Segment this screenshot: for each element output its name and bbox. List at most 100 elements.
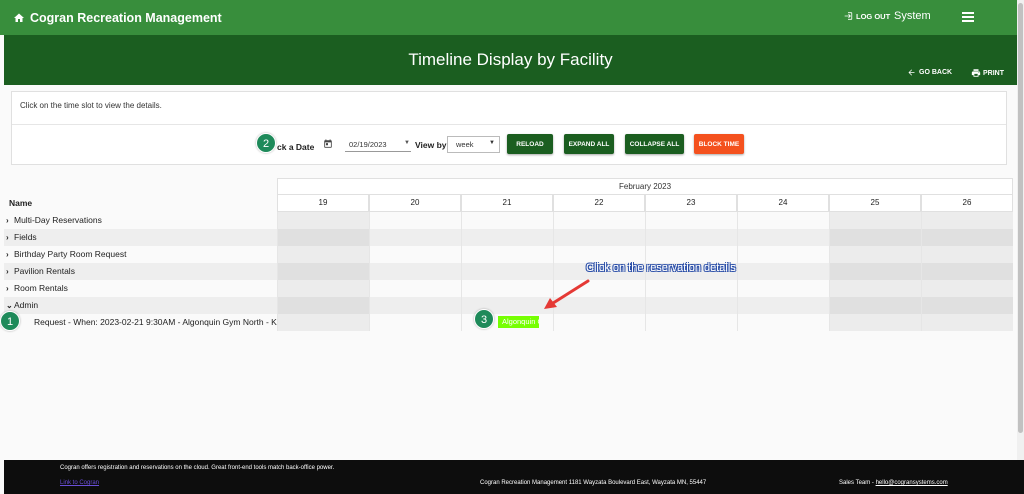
time-slot[interactable] xyxy=(829,229,921,246)
expand-chevron-icon[interactable]: › xyxy=(6,246,14,263)
time-slot[interactable] xyxy=(553,229,645,246)
time-slot[interactable] xyxy=(645,280,737,297)
day-header: 23 xyxy=(645,195,737,212)
timeline-row[interactable]: › Room Rentals xyxy=(4,280,1013,297)
time-slot[interactable] xyxy=(369,314,461,331)
time-slot[interactable] xyxy=(277,280,369,297)
time-slot[interactable] xyxy=(645,229,737,246)
time-slot[interactable] xyxy=(553,246,645,263)
row-label-text: Multi-Day Reservations xyxy=(14,215,102,225)
time-slot[interactable] xyxy=(369,297,461,314)
collapse-all-button[interactable]: COLLAPSE ALL xyxy=(625,134,684,154)
time-slot[interactable] xyxy=(737,280,829,297)
expand-chevron-icon[interactable]: › xyxy=(6,212,14,229)
time-slot[interactable] xyxy=(645,297,737,314)
timeline-row[interactable]: › Pavilion Rentals xyxy=(4,263,1013,280)
time-slot[interactable] xyxy=(829,246,921,263)
time-slot[interactable] xyxy=(645,314,737,331)
time-slot[interactable] xyxy=(737,212,829,229)
time-slot[interactable] xyxy=(461,246,553,263)
timeline-row[interactable]: › Birthday Party Room Request xyxy=(4,246,1013,263)
block-time-button[interactable]: BLOCK TIME xyxy=(694,134,744,154)
expand-chevron-icon[interactable]: › xyxy=(6,263,14,280)
time-slot[interactable] xyxy=(553,314,645,331)
time-slot[interactable] xyxy=(645,246,737,263)
print-button[interactable]: PRINT xyxy=(971,68,1004,78)
page-header: Timeline Display by Facility GO BACK PRI… xyxy=(4,35,1017,85)
home-icon[interactable] xyxy=(13,12,25,24)
expand-chevron-icon[interactable]: › xyxy=(6,280,14,297)
time-slot[interactable] xyxy=(277,246,369,263)
sales-label: Sales Team - xyxy=(839,480,876,486)
time-slot[interactable] xyxy=(277,314,369,331)
timeline-row[interactable]: › Fields xyxy=(4,229,1013,246)
time-slot[interactable] xyxy=(921,229,1013,246)
annotation-callout: Click on the reservation details xyxy=(586,262,736,274)
time-slot[interactable] xyxy=(369,263,461,280)
app-title[interactable]: Cogran Recreation Management xyxy=(30,11,222,25)
row-label[interactable]: › Fields xyxy=(4,229,277,246)
time-slot[interactable] xyxy=(921,297,1013,314)
go-back-button[interactable]: GO BACK xyxy=(907,68,952,77)
row-label[interactable]: › Birthday Party Room Request xyxy=(4,246,277,263)
date-input[interactable] xyxy=(345,138,411,152)
row-label[interactable]: › Room Rentals xyxy=(4,280,277,297)
row-label[interactable]: ⌄Admin xyxy=(4,297,277,314)
annotation-badge-1: 1 xyxy=(0,311,20,331)
logout-button[interactable]: LOG OUT xyxy=(843,11,890,21)
date-dropdown-icon[interactable]: ▼ xyxy=(404,140,410,146)
row-label-text: Admin xyxy=(14,300,39,310)
card-divider xyxy=(12,124,1006,125)
time-slot[interactable] xyxy=(461,212,553,229)
sales-email-link[interactable]: hello@cogransystems.com xyxy=(876,480,948,486)
chevron-down-icon: ▼ xyxy=(489,140,495,146)
time-slot[interactable] xyxy=(369,246,461,263)
view-by-select[interactable]: week ▼ xyxy=(447,136,500,153)
reservation-block[interactable]: Algonquin Gym North xyxy=(498,316,539,328)
time-slot[interactable] xyxy=(921,212,1013,229)
time-slot[interactable] xyxy=(737,246,829,263)
time-slot[interactable] xyxy=(737,314,829,331)
time-slot[interactable] xyxy=(369,212,461,229)
annotation-arrow-icon xyxy=(544,279,590,309)
calendar-icon[interactable] xyxy=(323,139,333,149)
view-by-label: View by xyxy=(415,140,447,150)
page-scrollbar[interactable] xyxy=(1017,0,1024,460)
time-slot[interactable] xyxy=(829,297,921,314)
footer-tagline: Cogran offers registration and reservati… xyxy=(60,465,335,471)
row-label[interactable]: › Multi-Day Reservations xyxy=(4,212,277,229)
hamburger-menu-icon[interactable] xyxy=(962,12,974,22)
user-name[interactable]: System xyxy=(894,10,931,22)
expand-chevron-icon[interactable]: › xyxy=(6,229,14,246)
timeline-row[interactable]: › Multi-Day Reservations xyxy=(4,212,1013,229)
time-slot[interactable] xyxy=(277,263,369,280)
time-slot[interactable] xyxy=(553,212,645,229)
time-slot[interactable] xyxy=(369,280,461,297)
time-slot[interactable] xyxy=(737,263,829,280)
time-slot[interactable] xyxy=(829,280,921,297)
row-label[interactable]: Request - When: 2023-02-21 9:30AM - Algo… xyxy=(4,314,277,331)
time-slot[interactable] xyxy=(829,263,921,280)
reload-button[interactable]: RELOAD xyxy=(507,134,553,154)
time-slot[interactable] xyxy=(277,229,369,246)
time-slot[interactable] xyxy=(921,263,1013,280)
row-label-text: Request - When: 2023-02-21 9:30AM - Algo… xyxy=(34,317,277,327)
row-label-text: Room Rentals xyxy=(14,283,68,293)
time-slot[interactable] xyxy=(645,212,737,229)
time-slot[interactable] xyxy=(829,212,921,229)
time-slot[interactable] xyxy=(461,229,553,246)
row-label[interactable]: › Pavilion Rentals xyxy=(4,263,277,280)
footer-link[interactable]: Link to Cogran xyxy=(60,480,99,486)
day-header: 26 xyxy=(921,195,1013,212)
time-slot[interactable] xyxy=(921,314,1013,331)
time-slot[interactable] xyxy=(277,212,369,229)
time-slot[interactable] xyxy=(737,297,829,314)
time-slot[interactable] xyxy=(369,229,461,246)
time-slot[interactable] xyxy=(921,280,1013,297)
time-slot[interactable] xyxy=(277,297,369,314)
time-slot[interactable] xyxy=(921,246,1013,263)
expand-all-button[interactable]: EXPAND ALL xyxy=(564,134,614,154)
time-slot[interactable] xyxy=(829,314,921,331)
time-slot[interactable] xyxy=(737,229,829,246)
timeline-row[interactable]: ⌄Admin xyxy=(4,297,1013,314)
